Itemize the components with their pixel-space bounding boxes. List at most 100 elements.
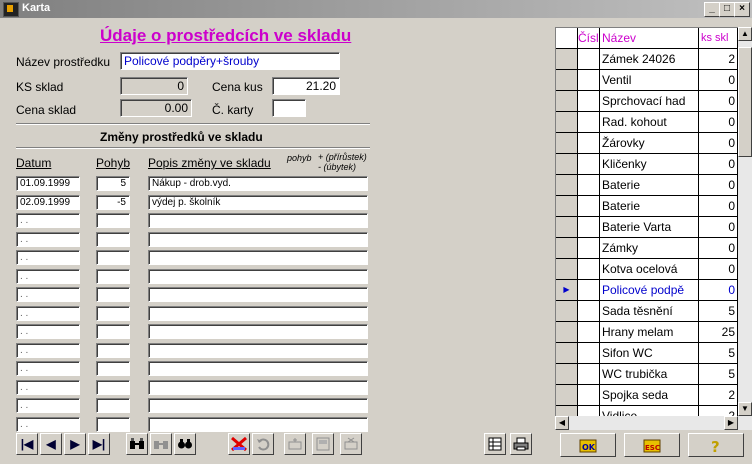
grid-row-indicator[interactable] <box>556 49 578 70</box>
grid-cell-cislo[interactable] <box>578 280 600 301</box>
change-pohyb-input[interactable] <box>96 342 130 358</box>
grid-cell-nazev[interactable]: Sprchovací had <box>600 91 699 112</box>
grid-cell-ks[interactable]: 0 <box>699 280 738 301</box>
grid-col-nazev[interactable]: Název <box>600 28 699 49</box>
grid-row[interactable]: Kotva ocelová 0 <box>556 259 739 280</box>
grid-row[interactable]: Hrany melam 25 <box>556 322 739 343</box>
scroll-thumb[interactable] <box>738 47 752 157</box>
grid-cell-nazev[interactable]: Rad. kohout <box>600 112 699 133</box>
delete-button[interactable] <box>228 433 250 455</box>
grid-cell-nazev[interactable]: Hrany melam <box>600 322 699 343</box>
grid-row-indicator[interactable] <box>556 301 578 322</box>
grid-row[interactable]: Zámek 24026 2 <box>556 49 739 70</box>
scroll-left-icon[interactable]: ◀ <box>555 416 569 430</box>
grid-cell-nazev[interactable]: Sifon WC <box>600 343 699 364</box>
table-view-button[interactable] <box>484 433 506 455</box>
grid-row[interactable]: Sifon WC 5 <box>556 343 739 364</box>
grid-cell-cislo[interactable] <box>578 217 600 238</box>
change-date-input[interactable]: 01.09.1999 <box>16 176 80 191</box>
change-popis-input[interactable] <box>148 379 368 395</box>
search-button[interactable] <box>174 433 196 455</box>
grid-cell-ks[interactable]: 2 <box>699 49 738 70</box>
change-pohyb-input[interactable] <box>96 398 130 413</box>
change-date-input[interactable]: . . <box>16 416 80 432</box>
change-pohyb-input[interactable] <box>96 213 130 228</box>
change-pohyb-input[interactable] <box>96 268 130 284</box>
grid-cell-ks[interactable]: 0 <box>699 238 738 259</box>
minimize-button[interactable]: _ <box>704 2 720 17</box>
grid-row-indicator[interactable] <box>556 112 578 133</box>
name-input[interactable]: Policové podpěry+šrouby <box>120 52 340 70</box>
esc-button[interactable]: ESC <box>624 433 680 457</box>
first-record-button[interactable]: |◀ <box>16 433 38 455</box>
print-button[interactable] <box>510 433 532 455</box>
grid-cell-cislo[interactable] <box>578 175 600 196</box>
grid-cell-ks[interactable]: 25 <box>699 322 738 343</box>
grid-cell-cislo[interactable] <box>578 49 600 70</box>
grid-row[interactable]: ▶ Policové podpě 0 <box>556 280 739 301</box>
change-date-input[interactable]: . . <box>16 231 80 247</box>
change-popis-input[interactable]: Nákup - drob.vyd. <box>148 176 368 191</box>
scroll-down-icon[interactable]: ▼ <box>738 402 752 416</box>
change-date-input[interactable]: . . <box>16 342 80 358</box>
scroll-right-icon[interactable]: ▶ <box>724 416 738 430</box>
grid-row-indicator[interactable] <box>556 364 578 385</box>
grid-row[interactable]: Sada těsnění 5 <box>556 301 739 322</box>
items-grid[interactable]: Čísl Název ks skl Zámek 24026 2 Ventil 0 Spr… <box>555 27 740 418</box>
grid-row-indicator[interactable] <box>556 343 578 364</box>
next-record-button[interactable]: ▶ <box>64 433 86 455</box>
grid-cell-nazev[interactable]: Baterie Varta <box>600 217 699 238</box>
grid-row[interactable]: WC trubička 5 <box>556 364 739 385</box>
change-pohyb-input[interactable] <box>96 231 130 247</box>
change-popis-input[interactable] <box>148 305 368 321</box>
grid-row[interactable]: Ventil 0 <box>556 70 739 91</box>
add-record-button[interactable] <box>284 433 306 455</box>
grid-cell-ks[interactable]: 5 <box>699 343 738 364</box>
change-pohyb-input[interactable]: 5 <box>96 176 130 191</box>
grid-cell-cislo[interactable] <box>578 343 600 364</box>
grid-cell-ks[interactable]: 2 <box>699 385 738 406</box>
grid-cell-cislo[interactable] <box>578 322 600 343</box>
grid-cell-ks[interactable]: 0 <box>699 133 738 154</box>
grid-cell-cislo[interactable] <box>578 259 600 280</box>
change-pohyb-input[interactable] <box>96 361 130 376</box>
grid-cell-ks[interactable]: 5 <box>699 301 738 322</box>
grid-row-indicator[interactable] <box>556 175 578 196</box>
grid-cell-ks[interactable]: 5 <box>699 364 738 385</box>
undo-button[interactable] <box>252 433 274 455</box>
change-date-input[interactable]: . . <box>16 250 80 265</box>
grid-cell-ks[interactable]: 0 <box>699 196 738 217</box>
grid-row[interactable]: Rad. kohout 0 <box>556 112 739 133</box>
grid-cell-nazev[interactable]: Ventil <box>600 70 699 91</box>
grid-cell-nazev[interactable]: Zámky <box>600 238 699 259</box>
change-date-input[interactable]: . . <box>16 398 80 413</box>
maximize-button[interactable]: □ <box>719 2 735 17</box>
change-popis-input[interactable] <box>148 324 368 339</box>
grid-cell-nazev[interactable]: Žárovky <box>600 133 699 154</box>
change-popis-input[interactable] <box>148 398 368 413</box>
change-date-input[interactable]: . . <box>16 305 80 321</box>
grid-cell-cislo[interactable] <box>578 385 600 406</box>
grid-row[interactable]: Žárovky 0 <box>556 133 739 154</box>
grid-cell-nazev[interactable]: Sada těsnění <box>600 301 699 322</box>
grid-cell-nazev[interactable]: Zámek 24026 <box>600 49 699 70</box>
grid-cell-nazev[interactable]: Kotva ocelová <box>600 259 699 280</box>
change-date-input[interactable]: . . <box>16 379 80 395</box>
grid-row-indicator[interactable] <box>556 238 578 259</box>
change-popis-input[interactable] <box>148 213 368 228</box>
grid-row[interactable]: Baterie 0 <box>556 175 739 196</box>
grid-cell-nazev[interactable]: Spojka seda <box>600 385 699 406</box>
last-record-button[interactable]: ▶| <box>88 433 110 455</box>
grid-cell-ks[interactable]: 0 <box>699 175 738 196</box>
change-pohyb-input[interactable] <box>96 379 130 395</box>
grid-cell-ks[interactable]: 0 <box>699 70 738 91</box>
change-popis-input[interactable] <box>148 416 368 432</box>
grid-row-indicator[interactable] <box>556 217 578 238</box>
change-pohyb-input[interactable] <box>96 324 130 339</box>
change-popis-input[interactable] <box>148 287 368 302</box>
change-pohyb-input[interactable] <box>96 305 130 321</box>
grid-cell-cislo[interactable] <box>578 112 600 133</box>
prev-record-button[interactable]: ◀ <box>40 433 62 455</box>
grid-cell-ks[interactable]: 0 <box>699 217 738 238</box>
grid-row-indicator[interactable] <box>556 133 578 154</box>
